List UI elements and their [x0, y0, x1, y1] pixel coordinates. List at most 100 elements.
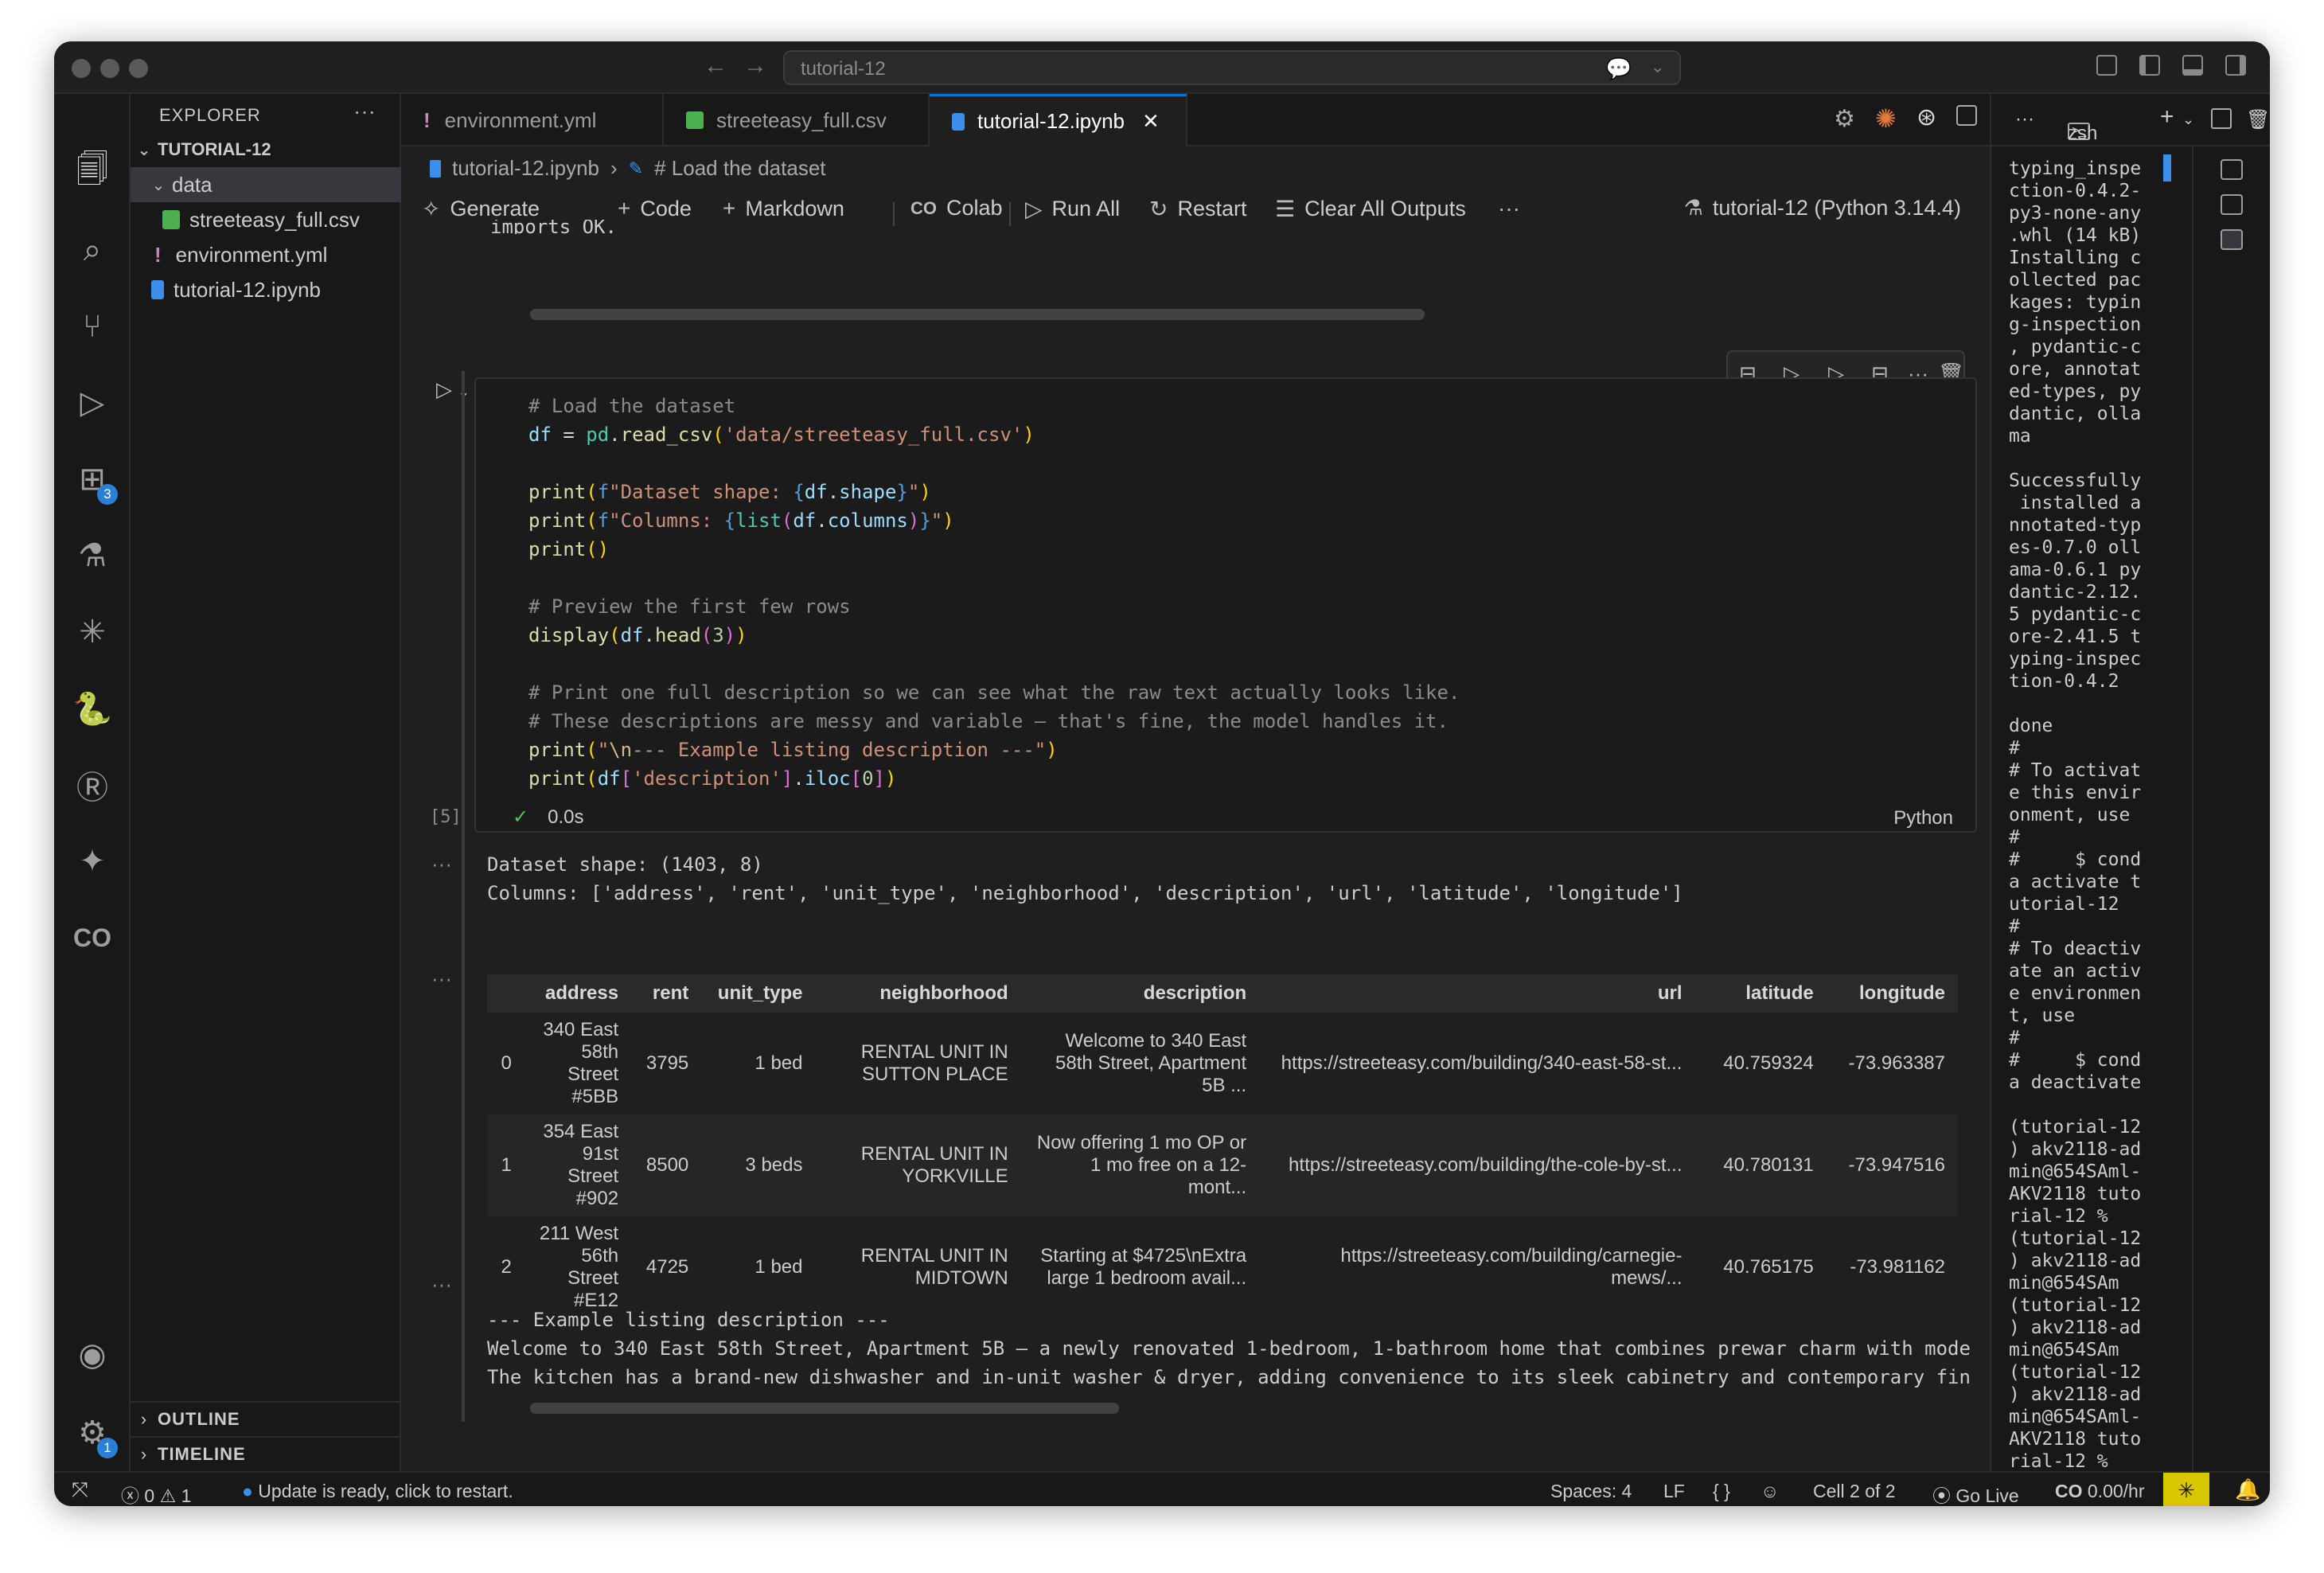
table-header [487, 974, 524, 1013]
add-code-button[interactable]: + Code [618, 196, 692, 221]
add-markdown-button[interactable]: + Markdown [723, 196, 844, 221]
timeline-section[interactable]: › TIMELINE [131, 1436, 401, 1471]
output-horizontal-scrollbar[interactable] [530, 309, 1425, 320]
breadcrumb-file[interactable]: tutorial-12.ipynb [452, 156, 599, 181]
tab-environment-yml[interactable]: ! environment.yml [401, 94, 664, 146]
status-bar: ⤧ ⓧ 0 ⚠ 1 ● Update is ready, click to re… [54, 1471, 2270, 1506]
project-folder-header[interactable]: ⌄ TUTORIAL-12 [131, 132, 401, 167]
claude-status-icon[interactable]: ✳ [2163, 1473, 2209, 1506]
table-header: unit_type [701, 974, 816, 1013]
example-header: --- Example listing description --- [487, 1309, 890, 1331]
maximize-window-button[interactable] [129, 59, 148, 78]
terminal-instance-icon[interactable] [2221, 159, 2243, 180]
split-editor-icon[interactable] [1956, 105, 1977, 126]
colab-button[interactable]: CO Colab [910, 196, 1003, 221]
language-mode-status[interactable]: { } [1713, 1481, 1730, 1502]
gear-icon[interactable]: ⚙ [1834, 105, 1855, 133]
explorer-more-icon[interactable]: ··· [353, 99, 376, 124]
chevron-down-icon[interactable]: ⌄ [1651, 57, 1665, 77]
notifications-bell-icon[interactable]: 🔔 [2235, 1477, 2260, 1502]
minimize-window-button[interactable] [100, 59, 119, 78]
cell-language[interactable]: Python [1893, 807, 1953, 829]
tree-item-label: streeteasy_full.csv [189, 207, 360, 232]
chevron-right-icon: › [140, 1409, 148, 1429]
close-tab-icon[interactable]: ✕ [1142, 109, 1160, 134]
example-line-2: The kitchen has a brand-new dishwasher a… [487, 1366, 1974, 1388]
command-center-search[interactable]: tutorial-12 💬 ⌄ [783, 50, 1681, 85]
colab-cost-status[interactable]: CO 0.00/hr [2055, 1481, 2145, 1502]
source-control-icon[interactable]: ⑂ [72, 306, 113, 347]
openai-icon[interactable]: ⊛ [1917, 103, 1936, 131]
plus-icon: + [618, 196, 631, 221]
split-terminal-icon[interactable] [2211, 108, 2232, 129]
vscode-window: ← → tutorial-12 💬 ⌄ 🗐 ⌕ ⑂ ▷ ⊞ 3 ⚗ ✳ 🐍 Ⓡ ✦… [54, 41, 2270, 1506]
indentation-status[interactable]: Spaces: 4 [1550, 1481, 1632, 1502]
cell-position-status[interactable]: Cell 2 of 2 [1813, 1481, 1896, 1502]
layout-customize-icon[interactable] [2096, 55, 2117, 76]
close-window-button[interactable] [72, 59, 91, 78]
table-header: address [524, 974, 632, 1013]
restart-button[interactable]: ↻ Restart [1149, 196, 1247, 222]
claude-icon[interactable]: ✺ [1875, 103, 1897, 134]
remote-icon[interactable]: ⤧ [72, 1477, 88, 1503]
chevron-down-icon[interactable]: ⌄ [2182, 111, 2194, 128]
execution-count: [5] [430, 807, 462, 827]
toolbar-more-icon[interactable]: ··· [1498, 196, 1520, 221]
settings-gear-icon[interactable]: ⚙ 1 [72, 1412, 118, 1458]
search-icon[interactable]: ⌕ [72, 229, 113, 271]
gemini-sparkle-icon[interactable]: ✦ [72, 841, 113, 882]
tab-streeteasy-csv[interactable]: streeteasy_full.csv [664, 94, 930, 146]
code-cell[interactable]: # Load the dataset df = pd.read_csv('dat… [474, 377, 1977, 833]
trash-icon[interactable]: 🗑 [2246, 108, 2270, 131]
update-notice[interactable]: ● Update is ready, click to restart. [242, 1481, 513, 1502]
tree-item-streeteasy-csv[interactable]: streeteasy_full.csv [131, 202, 401, 237]
extensions-icon[interactable]: ⊞ 3 [72, 459, 118, 505]
tab-label: streeteasy_full.csv [716, 107, 887, 132]
tree-item-notebook[interactable]: tutorial-12.ipynb [131, 272, 401, 307]
tree-item-data-folder[interactable]: ⌄ data [131, 167, 401, 202]
explorer-icon[interactable]: 🗐 [72, 152, 113, 194]
testing-flask-icon[interactable]: ⚗ [72, 535, 113, 576]
breadcrumb-section[interactable]: # Load the dataset [654, 156, 825, 181]
table-header: rent [631, 974, 702, 1013]
chat-icon[interactable]: 💬 [1606, 57, 1632, 81]
clear-outputs-button[interactable]: ☰ Clear All Outputs [1275, 196, 1466, 222]
new-terminal-plus-icon[interactable]: + [2160, 103, 2174, 131]
csv-file-icon [162, 210, 180, 229]
r-language-icon[interactable]: Ⓡ [72, 764, 113, 806]
output-more-icon[interactable]: ··· [431, 852, 452, 876]
output-horizontal-scrollbar[interactable] [530, 1403, 1119, 1414]
terminal-instance-icon[interactable] [2221, 229, 2243, 250]
outline-section[interactable]: › OUTLINE [131, 1401, 401, 1436]
eol-status[interactable]: LF [1663, 1481, 1685, 1502]
output-more-icon[interactable]: ··· [431, 1272, 452, 1297]
claude-spark-icon[interactable]: ✳ [72, 611, 113, 653]
account-icon[interactable]: ◉ [72, 1334, 113, 1376]
back-arrow-icon[interactable]: ← [704, 53, 727, 80]
python-icon[interactable]: 🐍 [72, 688, 113, 729]
generate-button[interactable]: ✧ Generate [422, 196, 540, 222]
terminal-output[interactable]: typing_inspe ction-0.4.2- py3-none-any .… [2009, 158, 2168, 1473]
toggle-primary-sidebar-icon[interactable] [2139, 55, 2160, 76]
toggle-secondary-sidebar-icon[interactable] [2225, 55, 2246, 76]
tab-notebook[interactable]: tutorial-12.ipynb ✕ [930, 94, 1187, 146]
tree-item-environment-yml[interactable]: ! environment.yml [131, 237, 401, 272]
yaml-file-icon: ! [423, 107, 431, 132]
toggle-panel-icon[interactable] [2182, 55, 2203, 76]
forward-arrow-icon[interactable]: → [743, 53, 767, 80]
copilot-icon[interactable]: ☺ [1761, 1481, 1779, 1502]
terminal-panel: ··· >_ zsh + ⌄ 🗑 typing_inspe ction-0.4.2… [1990, 94, 2270, 1473]
tree-item-label: environment.yml [175, 242, 328, 267]
run-debug-icon[interactable]: ▷ [72, 382, 113, 424]
run-all-button[interactable]: ▷ Run All [1025, 196, 1120, 222]
go-live-button[interactable]: ⦿ Go Live [1932, 1481, 2019, 1506]
terminal-more-icon[interactable]: ··· [2015, 108, 2034, 131]
kernel-picker[interactable]: ⚗ tutorial-12 (Python 3.14.4) [1684, 196, 1961, 221]
dataframe-table: address rent unit_type neighborhood desc… [487, 974, 1958, 1318]
terminal-instance-icon[interactable] [2221, 194, 2243, 215]
problems-indicator[interactable]: ⓧ 0 ⚠ 1 [121, 1481, 191, 1506]
activity-bar: 🗐 ⌕ ⑂ ▷ ⊞ 3 ⚗ ✳ 🐍 Ⓡ ✦ CO ◉ ⚙ 1 [54, 94, 131, 1471]
colab-icon[interactable]: CO [72, 917, 113, 958]
output-more-icon[interactable]: ··· [431, 966, 452, 991]
outline-label: OUTLINE [158, 1409, 240, 1429]
